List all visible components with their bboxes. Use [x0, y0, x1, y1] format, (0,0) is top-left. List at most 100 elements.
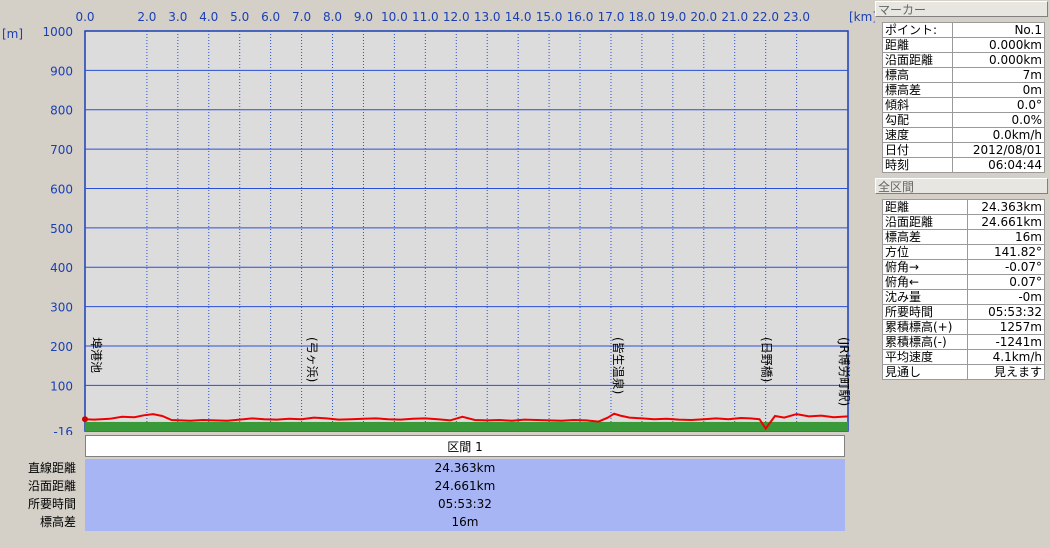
info-label: 方位 — [882, 244, 968, 260]
section-row-label: 標高差 — [39, 515, 76, 529]
info-value: 1257m — [966, 319, 1046, 335]
info-label: 累積標高(+) — [882, 319, 968, 335]
info-row: ポイント: No.1 — [881, 22, 1045, 38]
total-info-table: 距離 24.363km 沿面距離 24.661km 標高差 16m 方位 141.82° 俯角→… — [882, 199, 1046, 380]
y-tick-label: 500 — [50, 222, 73, 236]
info-label: 速度 — [881, 127, 954, 143]
x-tick-label: 6.0 — [261, 10, 280, 24]
x-tick-label: 0.0 — [75, 10, 94, 24]
section-row-surface-distance: 沿面距離 24.661km — [0, 477, 848, 495]
info-row: 勾配 0.0% — [881, 112, 1045, 128]
info-value: 0.000km — [952, 52, 1045, 68]
section-title[interactable]: 区間 1 — [85, 435, 845, 457]
x-tick-label: 16.0 — [567, 10, 594, 24]
info-row: 沿面距離 24.661km — [882, 214, 1046, 230]
marker-panel-header[interactable]: マーカー — [875, 1, 1048, 17]
x-tick-label: 23.0 — [783, 10, 810, 24]
landmark-label: (日野橋) — [760, 337, 774, 382]
info-row: 沿面距離 0.000km — [881, 52, 1045, 68]
info-label: 傾斜 — [881, 97, 954, 113]
x-tick-label: 5.0 — [230, 10, 249, 24]
info-row: 俯角→ -0.07° — [882, 259, 1046, 275]
y-tick-labels: 1000 900 800 700 600 500 400 300 200 100 -16 — [42, 25, 73, 439]
y-tick-label: 1000 — [42, 25, 73, 39]
x-tick-label: 22.0 — [752, 10, 779, 24]
info-value: 06:04:44 — [952, 157, 1045, 173]
info-value: 2012/08/01 — [952, 142, 1045, 158]
info-row: 時刻 06:04:44 — [881, 157, 1045, 173]
info-value: 05:53:32 — [966, 304, 1046, 320]
y-tick-label: -16 — [53, 425, 73, 435]
ground-band — [85, 421, 848, 431]
section-row-label: 所要時間 — [27, 497, 76, 511]
x-tick-label: 8.0 — [323, 10, 342, 24]
info-value: 4.1km/h — [966, 349, 1046, 365]
x-tick-label: 4.0 — [199, 10, 218, 24]
info-row: 日付 2012/08/01 — [881, 142, 1045, 158]
info-label: 沿面距離 — [882, 214, 968, 230]
plot-area — [84, 30, 849, 432]
info-label: 俯角← — [882, 274, 968, 290]
x-tick-label: 10.0 — [381, 10, 408, 24]
landmark-label: (JR博労町駅) — [837, 337, 852, 406]
total-panel-header[interactable]: 全区間 — [875, 178, 1048, 194]
info-row: 見通し 見えます — [882, 364, 1046, 380]
info-value: 0.0° — [952, 97, 1045, 113]
y-tick-label: 200 — [50, 340, 73, 354]
info-label: 俯角→ — [882, 259, 968, 275]
info-row: 方位 141.82° — [882, 244, 1046, 260]
info-value: 0.0km/h — [952, 127, 1045, 143]
section-row-label: 沿面距離 — [27, 479, 76, 493]
marker-point[interactable] — [82, 416, 88, 423]
info-row: 沈み量 -0m — [882, 289, 1046, 305]
info-row: 累積標高(+) 1257m — [882, 319, 1046, 335]
info-value: 0m — [952, 82, 1045, 98]
landmark-label: (皆生温泉) — [611, 337, 625, 394]
info-value: 0.0% — [952, 112, 1045, 128]
info-value: 24.363km — [966, 199, 1046, 215]
info-label: 日付 — [881, 142, 954, 158]
x-tick-label: 19.0 — [659, 10, 686, 24]
y-tick-label: 700 — [50, 143, 73, 157]
info-label: 沈み量 — [882, 289, 968, 305]
info-row: 距離 0.000km — [881, 37, 1045, 53]
info-row: 俯角← 0.07° — [882, 274, 1046, 290]
info-row: 標高差 16m — [882, 229, 1046, 245]
info-value: 0.000km — [952, 37, 1045, 53]
y-tick-label: 400 — [50, 261, 73, 275]
y-unit-label: [m] — [2, 27, 23, 41]
info-value: 0.07° — [966, 274, 1046, 290]
info-label: 標高差 — [882, 229, 968, 245]
x-tick-label: 14.0 — [505, 10, 532, 24]
x-tick-label: 20.0 — [690, 10, 717, 24]
y-tick-label: 900 — [50, 64, 73, 78]
info-label: 沿面距離 — [881, 52, 954, 68]
info-label: 所要時間 — [882, 304, 968, 320]
info-row: 速度 0.0km/h — [881, 127, 1045, 143]
info-value: 見えます — [966, 364, 1046, 380]
elevation-chart-svg: 0.0 2.0 3.0 4.0 5.0 6.0 7.0 8.0 9.0 10.0 11.0 12.0 1… — [2, 10, 877, 439]
y-tick-label: 300 — [50, 301, 73, 315]
section-row-duration: 所要時間 05:53:32 — [0, 495, 848, 513]
info-value: 7m — [952, 67, 1045, 83]
x-tick-label: 12.0 — [443, 10, 470, 24]
x-tick-label: 18.0 — [629, 10, 656, 24]
x-tick-label: 3.0 — [168, 10, 187, 24]
x-tick-label: 15.0 — [536, 10, 563, 24]
info-value: -0m — [966, 289, 1046, 305]
info-value: 24.661km — [966, 214, 1046, 230]
x-tick-labels: 0.0 2.0 3.0 4.0 5.0 6.0 7.0 8.0 9.0 10.0 11.0 12.0 1… — [75, 10, 810, 24]
landmark-label: (弓ヶ浜) — [305, 337, 319, 382]
section-row-elevation-diff: 標高差 16m — [0, 513, 848, 531]
info-label: 時刻 — [881, 157, 954, 173]
info-label: 累積標高(-) — [882, 334, 968, 350]
info-value: 141.82° — [966, 244, 1046, 260]
section-row-value: 16m — [85, 513, 845, 531]
x-tick-label: 11.0 — [412, 10, 439, 24]
info-label: 標高差 — [881, 82, 954, 98]
info-value: -0.07° — [966, 259, 1046, 275]
section-row-label: 直線距離 — [27, 461, 76, 475]
info-label: 距離 — [881, 37, 954, 53]
info-label: 標高 — [881, 67, 954, 83]
info-row: 傾斜 0.0° — [881, 97, 1045, 113]
